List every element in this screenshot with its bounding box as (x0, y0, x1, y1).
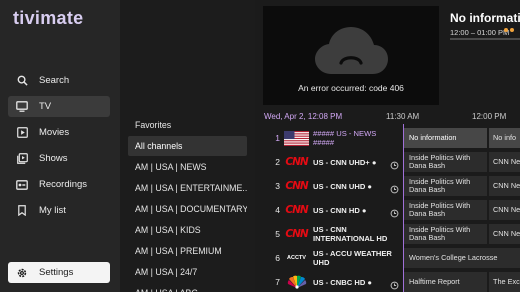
archive-icon (390, 181, 399, 199)
nav-item-my-list[interactable]: My list (8, 200, 110, 221)
channel-number: 2 (275, 157, 280, 167)
group-item[interactable]: AM | USA | ENTERTAINME... (128, 178, 247, 198)
program-cell[interactable]: No information (404, 128, 487, 148)
archive-icon (390, 277, 399, 292)
accuweather-logo: ACCTV (283, 249, 310, 267)
program-cell[interactable]: No info (489, 128, 520, 148)
nav-item-label: TV (39, 101, 52, 112)
channel-number: 1 (275, 133, 280, 143)
program-cell[interactable]: Halftime Report (404, 272, 487, 292)
us-flag-icon (283, 129, 310, 147)
channel-row[interactable]: 1 ##### US - NEWS ##### No information N… (263, 127, 520, 149)
program-cell[interactable]: Inside Politics With Dana Bash (404, 176, 487, 196)
nav-item-movies[interactable]: Movies (8, 122, 110, 143)
epg-date: Wed, Apr 2, 12:08 PM (264, 112, 343, 121)
channel-number: 7 (275, 277, 280, 287)
nav-item-search[interactable]: Search (8, 70, 110, 91)
channel-row[interactable]: 6 ACCTV US - ACCU WEATHER UHD Women's Co… (263, 247, 520, 269)
group-item[interactable]: AM | USA | PREMIUM (128, 241, 247, 261)
program-cell[interactable]: CNN Newsroom (489, 176, 520, 196)
epg-time-label: 11:30 AM (386, 112, 420, 121)
side-nav: tivimate Search TV Movies Shows Recordin… (0, 0, 120, 292)
program-cell[interactable]: Inside Politics With Dana Bash (404, 200, 487, 220)
archive-icon (390, 157, 399, 175)
cnn-logo: CNN (285, 180, 308, 192)
program-cell[interactable]: Inside Politics With Dana Bash (404, 224, 487, 244)
shows-icon (16, 153, 28, 165)
epg-time-label: 12:00 PM (472, 112, 507, 121)
bookmark-icon (16, 205, 28, 217)
program-cell[interactable]: CNN Newsroom (489, 224, 520, 244)
cloud-error-icon (313, 24, 389, 83)
nav-item-label: Settings (39, 267, 74, 278)
nav-item-label: Recordings (39, 179, 88, 190)
archive-icon (390, 205, 399, 223)
nav-item-label: Shows (39, 153, 68, 164)
cnn-logo: CNN (285, 156, 308, 168)
recordings-icon (16, 179, 28, 191)
channel-groups: Favorites All channels AM | USA | NEWS A… (120, 0, 255, 292)
nbc-peacock-logo (283, 273, 310, 291)
program-cell[interactable]: CNN Newsroom (489, 200, 520, 220)
app-logo: tivimate (13, 8, 84, 28)
tv-icon (16, 101, 28, 113)
group-item[interactable]: AM | USA | 24/7 (128, 262, 247, 282)
gear-icon (16, 267, 28, 279)
channel-row[interactable]: 3 CNN US - CNN UHD ● Inside Politics Wit… (263, 175, 520, 197)
cnn-logo: CNN (285, 228, 308, 240)
search-icon (16, 75, 28, 87)
program-title: No information (450, 11, 520, 25)
group-item[interactable]: AM | USA | DOCUMENTARY (128, 199, 247, 219)
channel-name: US - CNN UHD ● (313, 181, 373, 191)
program-cell[interactable]: CNN Newsroom (489, 152, 520, 172)
nav-item-settings[interactable]: Settings (8, 262, 110, 283)
timeline-marker (504, 28, 514, 32)
group-item[interactable]: Favorites (128, 115, 247, 135)
accu-logo-text: ACCTV (287, 255, 306, 261)
program-cell[interactable]: Inside Politics With Dana Bash (404, 152, 487, 172)
group-item[interactable]: AM | USA | KIDS (128, 220, 247, 240)
program-progress (450, 38, 520, 40)
nav-item-recordings[interactable]: Recordings (8, 174, 110, 195)
video-player[interactable]: An error occurred: code 406 (263, 6, 439, 105)
movies-icon (16, 127, 28, 139)
error-message: An error occurred: code 406 (298, 83, 404, 93)
group-item[interactable]: All channels (128, 136, 247, 156)
group-item[interactable]: AM | USA | ABC (128, 283, 247, 292)
channel-row[interactable]: 7 US - CNBC HD ● Halftime Report The Exc… (263, 271, 520, 292)
channel-number: 6 (275, 253, 280, 263)
channel-row[interactable]: 5 CNN US - CNN INTERNATIONAL HD Inside P… (263, 223, 520, 245)
cnn-logo: CNN (285, 204, 308, 216)
nav-item-label: Movies (39, 127, 70, 138)
channel-number: 3 (275, 181, 280, 191)
channel-name: ##### US - NEWS ##### (313, 129, 377, 147)
epg-header: Wed, Apr 2, 12:08 PM 11:30 AM 12:00 PM (263, 112, 520, 124)
nav-item-shows[interactable]: Shows (8, 148, 110, 169)
channel-name: US - ACCU WEATHER UHD (313, 249, 392, 267)
channel-name: US - CNN INTERNATIONAL HD (313, 225, 388, 243)
program-cell[interactable]: The Exchange (489, 272, 520, 292)
group-item[interactable]: AM | USA | NEWS (128, 157, 247, 177)
channel-name: US - CNBC HD ● (313, 277, 373, 287)
nav-item-label: Search (39, 75, 70, 86)
channel-row[interactable]: 4 CNN US - CNN HD ● Inside Politics With… (263, 199, 520, 221)
nav-item-label: My list (39, 205, 66, 216)
channel-number: 5 (275, 229, 280, 239)
channel-name: US - CNN UHD+ ● (313, 157, 377, 167)
channel-number: 4 (275, 205, 280, 215)
channel-name: US - CNN HD ● (313, 205, 367, 215)
channel-row[interactable]: 2 CNN US - CNN UHD+ ● Inside Politics Wi… (263, 151, 520, 173)
program-time: 12:00 – 01:00 PM (450, 28, 510, 37)
nav-item-tv[interactable]: TV (8, 96, 110, 117)
program-cell[interactable]: Women's College Lacrosse (404, 248, 520, 268)
